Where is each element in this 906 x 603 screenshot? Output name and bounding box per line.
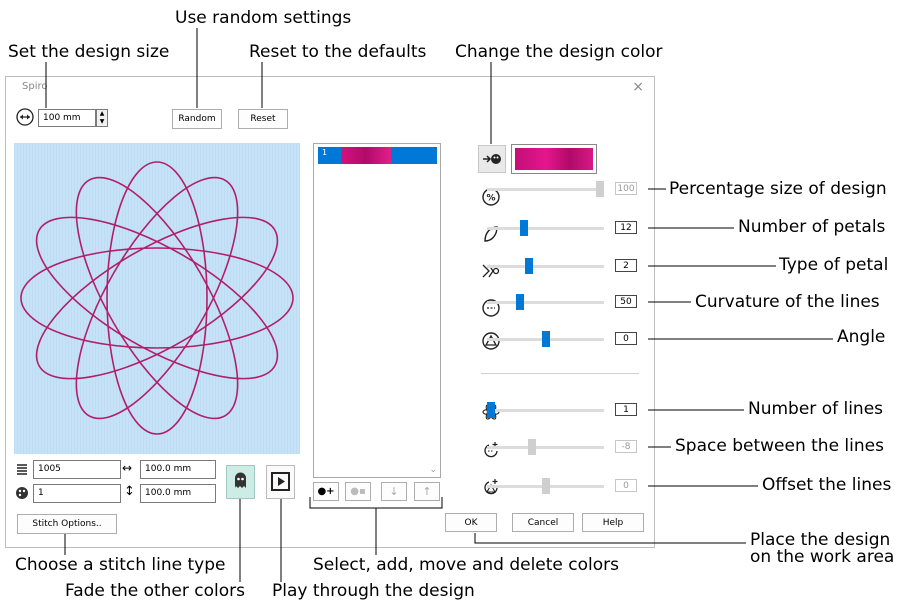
callout-lines (45, 28, 833, 582)
